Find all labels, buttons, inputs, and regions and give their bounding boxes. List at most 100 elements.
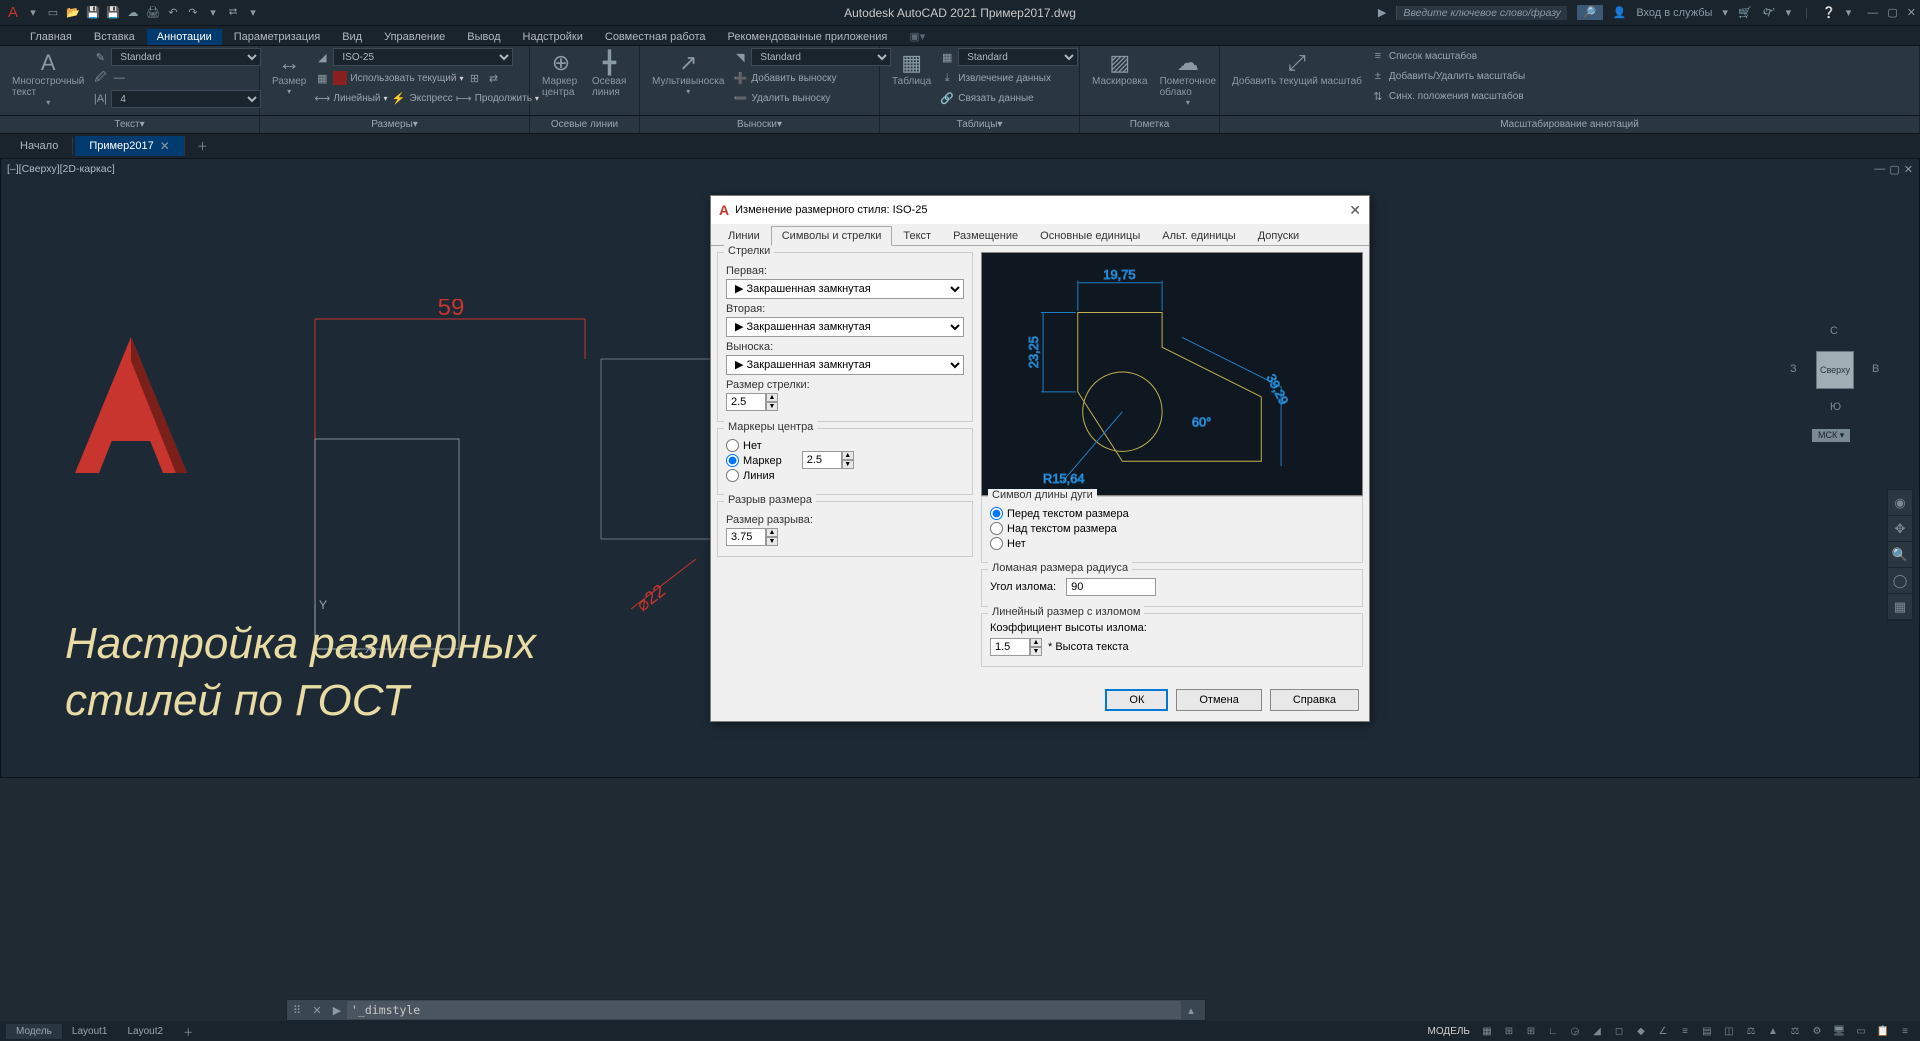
center-size-input[interactable]: ▲▼ <box>802 451 854 469</box>
plot-icon[interactable]: 🖨 <box>144 4 162 22</box>
layout-tab-model[interactable]: Модель <box>6 1024 62 1039</box>
wipeout-button[interactable]: ▨Маскировка <box>1088 48 1152 89</box>
panel-label-leader[interactable]: Выноски ▾ <box>640 116 880 133</box>
file-tab-current[interactable]: Пример2017✕ <box>75 136 185 156</box>
lineweight-icon[interactable]: ≡ <box>1676 1023 1694 1039</box>
quick-icon[interactable]: ⚡ <box>391 90 407 106</box>
polar-icon[interactable]: ◶ <box>1566 1023 1584 1039</box>
file-tab-start[interactable]: Начало <box>6 137 73 155</box>
transparency-icon[interactable]: ▤ <box>1698 1023 1716 1039</box>
login-dropdown-icon[interactable]: ▾ <box>1722 6 1728 19</box>
search-arrow-icon[interactable]: ▶ <box>1378 6 1386 19</box>
syncscale-icon[interactable]: ⇅ <box>1370 88 1386 104</box>
cube-face[interactable]: Сверху <box>1816 351 1854 389</box>
spin-down-icon[interactable]: ▼ <box>766 402 778 411</box>
customize-icon[interactable]: ≡ <box>1896 1023 1914 1039</box>
close-icon[interactable]: ✕ <box>1907 7 1916 19</box>
arc-above-radio[interactable] <box>990 522 1003 535</box>
dtab-tol[interactable]: Допуски <box>1247 226 1310 246</box>
cart-icon[interactable]: 🛒 <box>1738 6 1752 19</box>
continue-icon[interactable]: ⟼ <box>456 90 472 106</box>
tab-close-icon[interactable]: ✕ <box>160 139 170 153</box>
vp-maximize-icon[interactable]: ▢ <box>1889 163 1899 176</box>
open-icon[interactable]: 📂 <box>64 4 82 22</box>
help-dropdown-icon[interactable]: ▾ <box>1846 6 1852 19</box>
layout-tab-1[interactable]: Layout1 <box>62 1024 118 1039</box>
tab-featured[interactable]: Рекомендованные приложения <box>718 29 898 45</box>
layout-tab-2[interactable]: Layout2 <box>118 1024 174 1039</box>
model-space-label[interactable]: МОДЕЛЬ <box>1428 1026 1470 1037</box>
minimize-icon[interactable]: — <box>1867 7 1878 19</box>
layer-color-swatch[interactable] <box>333 71 347 85</box>
table-button[interactable]: ▦Таблица <box>888 48 935 89</box>
dimstyle-select[interactable]: ISO-25 <box>333 48 513 66</box>
revcloud-button[interactable]: ☁Пометочное облако▾ <box>1156 48 1221 109</box>
cancel-button[interactable]: Отмена <box>1176 689 1261 711</box>
workspace-icon[interactable]: ⚙ <box>1808 1023 1826 1039</box>
isodraft-icon[interactable]: ◢ <box>1588 1023 1606 1039</box>
cycling-icon[interactable]: ◫ <box>1720 1023 1738 1039</box>
3dosnap-icon[interactable]: ◆ <box>1632 1023 1650 1039</box>
saveas-icon[interactable]: 💾 <box>104 4 122 22</box>
tab-annotate[interactable]: Аннотации <box>147 29 222 45</box>
wheel-icon[interactable]: ◉ <box>1888 490 1912 516</box>
arrow-size-input[interactable]: ▲▼ <box>726 393 778 411</box>
user-icon[interactable]: 👤 <box>1613 6 1627 19</box>
link-icon[interactable]: 🔗 <box>939 90 955 106</box>
view-cube[interactable]: С Ю В З Сверху МСК ▾ <box>1794 329 1884 449</box>
workspace-dropdown-icon[interactable]: ▾ <box>244 4 262 22</box>
centermark-button[interactable]: ⊕Маркер центра <box>538 48 584 100</box>
tab-manage[interactable]: Управление <box>374 29 455 45</box>
addleader-icon[interactable]: ➕ <box>732 70 748 86</box>
help-icon[interactable]: ❔ <box>1822 6 1836 19</box>
layout-add-button[interactable]: ＋ <box>173 1022 203 1041</box>
mlstyle-select[interactable]: Standard <box>751 48 891 66</box>
addremscale-icon[interactable]: ± <box>1370 68 1386 84</box>
showmotion-icon[interactable]: ▦ <box>1888 594 1912 620</box>
extract-icon[interactable]: ⤓ <box>939 70 955 86</box>
qat-dropdown-icon[interactable]: ▾ <box>204 4 222 22</box>
annovis-icon[interactable]: ▲ <box>1764 1023 1782 1039</box>
viewport-label[interactable]: [–][Сверху][2D-каркас] <box>7 163 115 175</box>
tab-insert[interactable]: Вставка <box>84 29 145 45</box>
center-line-radio[interactable] <box>726 469 739 482</box>
zoom-icon[interactable]: 🔍 <box>1888 542 1912 568</box>
ucs-label[interactable]: МСК ▾ <box>1812 429 1850 442</box>
search-input[interactable]: Введите ключевое слово/фразу <box>1396 6 1567 20</box>
tab-home[interactable]: Главная <box>20 29 82 45</box>
panel-label-table[interactable]: Таблицы ▾ <box>880 116 1080 133</box>
leader-arrow-select[interactable]: ▶ Закрашенная замкнутая <box>726 355 964 375</box>
textheight-select[interactable]: 4 <box>111 90 261 108</box>
annoscale-icon[interactable]: ⚖ <box>1742 1023 1760 1039</box>
use-current-label[interactable]: Использовать текущий <box>350 73 456 84</box>
tab-collaborate[interactable]: Совместная работа <box>595 29 716 45</box>
tablestyle-select[interactable]: Standard <box>958 48 1078 66</box>
break-size-input[interactable]: ▲▼ <box>726 528 778 546</box>
login-label[interactable]: Вход в службы <box>1636 7 1712 19</box>
tab-view[interactable]: Вид <box>332 29 372 45</box>
snap-icon[interactable]: ⊞ <box>1500 1023 1518 1039</box>
panel-label-text[interactable]: Текст ▾ <box>0 116 260 133</box>
dtab-primary[interactable]: Основные единицы <box>1029 226 1151 246</box>
second-arrow-select[interactable]: ▶ Закрашенная замкнутая <box>726 317 964 337</box>
redo-icon[interactable]: ↷ <box>184 4 202 22</box>
tool2-icon[interactable]: ⇄ <box>485 70 501 86</box>
dtab-lines[interactable]: Линии <box>717 226 771 246</box>
find-icon[interactable]: 🖉 <box>92 70 108 86</box>
undo-icon[interactable]: ↶ <box>164 4 182 22</box>
cmd-expand-icon[interactable]: ▴ <box>1181 1004 1201 1017</box>
cmd-handle-icon[interactable]: ⠿ <box>287 1004 307 1017</box>
units-icon[interactable]: ▭ <box>1852 1023 1870 1039</box>
exchange-dropdown-icon[interactable]: ▾ <box>1786 6 1792 19</box>
center-mark-radio[interactable] <box>726 454 739 467</box>
monitor-icon[interactable]: 🖥 <box>1830 1023 1848 1039</box>
share-icon[interactable]: ⮂ <box>224 4 242 22</box>
removeleader-icon[interactable]: ➖ <box>732 90 748 106</box>
qprops-icon[interactable]: 📋 <box>1874 1023 1892 1039</box>
orbit-icon[interactable]: ◯ <box>1888 568 1912 594</box>
dtab-fit[interactable]: Размещение <box>942 226 1029 246</box>
restore-icon[interactable]: ▢ <box>1887 7 1897 19</box>
annoscale2-icon[interactable]: ⚖ <box>1786 1023 1804 1039</box>
save-icon[interactable]: 💾 <box>84 4 102 22</box>
scalelist-icon[interactable]: ≡ <box>1370 48 1386 64</box>
